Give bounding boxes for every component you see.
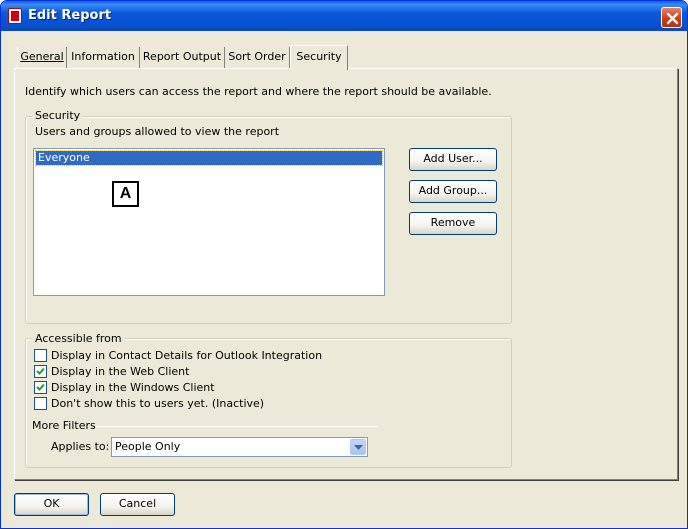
tab-general-label: General [20, 50, 64, 63]
tab-report-output[interactable]: Report Output [140, 47, 225, 68]
checkmark-icon [36, 383, 45, 391]
ok-button[interactable]: OK [14, 493, 89, 516]
tab-information-label: Information [71, 50, 135, 63]
add-user-button[interactable]: Add User... [409, 148, 497, 171]
windows-client-checkbox[interactable] [34, 381, 47, 394]
remove-button[interactable]: Remove [409, 212, 497, 235]
applies-to-label: Applies to: [51, 440, 110, 453]
accessible-from-legend: Accessible from [32, 332, 125, 345]
users-groups-listbox[interactable]: Everyone [33, 148, 385, 296]
close-icon [666, 12, 679, 25]
add-group-button[interactable]: Add Group... [409, 180, 497, 203]
windows-client-label: Display in the Windows Client [51, 381, 215, 394]
page-description: Identify which users can access the repo… [25, 85, 492, 98]
window-title: Edit Report [28, 8, 112, 23]
close-button[interactable] [661, 7, 682, 28]
cancel-button[interactable]: Cancel [100, 493, 175, 516]
web-client-label: Display in the Web Client [51, 365, 190, 378]
tab-report-output-label: Report Output [142, 50, 222, 63]
security-subtitle: Users and groups allowed to view the rep… [35, 125, 280, 138]
tab-sort-order-label: Sort Order [228, 50, 286, 63]
tab-sort-order[interactable]: Sort Order [225, 47, 290, 68]
tab-security-label: Security [296, 50, 342, 63]
dropdown-button[interactable] [350, 439, 366, 455]
list-item[interactable]: Everyone [35, 150, 383, 166]
tab-general[interactable]: General [17, 47, 67, 68]
more-filters-divider [95, 426, 378, 427]
inactive-checkbox[interactable] [34, 397, 47, 410]
edit-report-dialog: Edit Report General Information Report O… [0, 0, 688, 529]
security-legend: Security [32, 109, 84, 122]
title-bar[interactable]: Edit Report [1, 1, 687, 31]
checkmark-icon [36, 367, 45, 375]
applies-to-value: People Only [115, 440, 181, 453]
applies-to-select[interactable]: People Only [111, 437, 368, 457]
outlook-integration-checkbox[interactable] [34, 349, 47, 362]
web-client-checkbox[interactable] [34, 365, 47, 378]
more-filters-label: More Filters [32, 419, 96, 432]
annotation-marker: A [112, 181, 139, 207]
chevron-down-icon [354, 445, 363, 450]
tab-security[interactable]: Security [290, 45, 348, 70]
outlook-integration-label: Display in Contact Details for Outlook I… [51, 349, 323, 362]
inactive-label: Don't show this to users yet. (Inactive) [51, 397, 265, 410]
report-app-icon [8, 8, 22, 24]
tab-information[interactable]: Information [67, 47, 140, 68]
